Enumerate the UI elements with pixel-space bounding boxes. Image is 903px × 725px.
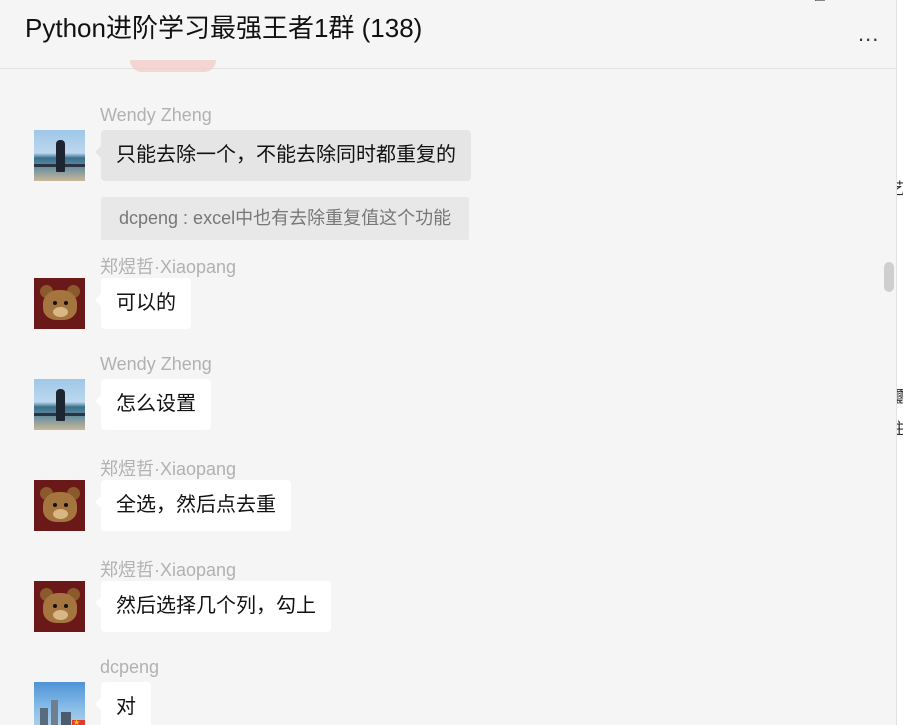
sticker-remnant xyxy=(130,60,216,72)
sender-name[interactable]: dcpeng xyxy=(100,657,159,678)
message-bubble[interactable]: 只能去除一个，不能去除同时都重复的 xyxy=(95,130,471,181)
quoted-message[interactable]: dcpeng : excel中也有去除重复值这个功能 xyxy=(101,197,470,240)
sender-name[interactable]: 郑煜哲·Xiaopang xyxy=(100,455,236,481)
edge-glyph: 璽 xyxy=(897,383,903,407)
minimize-button[interactable]: – xyxy=(718,0,727,6)
more-options-icon[interactable]: ... xyxy=(858,22,888,46)
close-button[interactable]: × xyxy=(865,0,874,6)
chat-window: Python进阶学习最强王者1群 (138) – □ × ... Wendy Z… xyxy=(0,0,897,725)
chat-title: Python进阶学习最强王者1群 (138) xyxy=(25,13,423,43)
chat-header: Python进阶学习最强王者1群 (138) – □ × ... xyxy=(0,0,896,69)
avatar[interactable] xyxy=(34,379,85,430)
message-bubble[interactable]: 可以的 xyxy=(95,278,191,329)
message-bubble[interactable]: 全选，然后点去重 xyxy=(95,480,291,531)
sender-name[interactable]: 郑煜哲·Xiaopang xyxy=(100,253,236,279)
edge-glyph: 艺 xyxy=(897,175,903,199)
sender-name[interactable]: Wendy Zheng xyxy=(100,354,212,375)
avatar[interactable] xyxy=(34,278,85,329)
message-bubble[interactable]: 怎么设置 xyxy=(95,379,211,430)
maximize-button[interactable]: □ xyxy=(815,0,825,6)
sender-name[interactable]: 郑煜哲·Xiaopang xyxy=(100,556,236,582)
edge-glyph: 注 xyxy=(897,415,903,439)
scrollbar-thumb[interactable] xyxy=(884,262,894,292)
sender-name[interactable]: Wendy Zheng xyxy=(100,105,212,126)
flag-icon xyxy=(72,718,85,725)
avatar[interactable] xyxy=(34,130,85,181)
message-bubble[interactable]: 然后选择几个列，勾上 xyxy=(95,581,331,632)
avatar[interactable] xyxy=(34,581,85,632)
adjacent-window-edge: 艺 璽 注 xyxy=(897,0,903,725)
avatar[interactable] xyxy=(34,480,85,531)
message-bubble[interactable]: 对 xyxy=(95,682,151,725)
avatar[interactable] xyxy=(34,682,85,725)
